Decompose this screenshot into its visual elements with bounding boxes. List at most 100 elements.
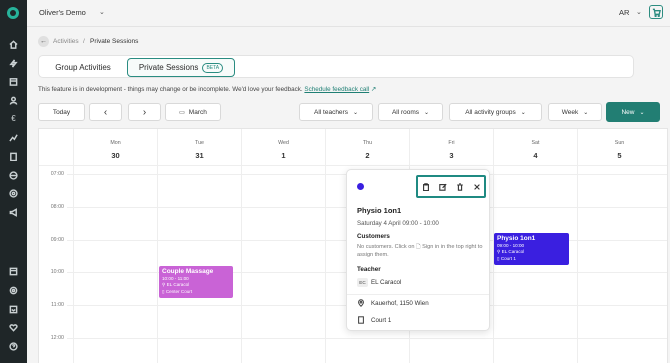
day-header-sun[interactable]: Sun 5 bbox=[577, 129, 661, 165]
org-name[interactable]: Oliver's Demo bbox=[39, 8, 86, 17]
calendar-icon[interactable] bbox=[8, 76, 19, 87]
event-physio-1on1[interactable]: Physio 1on1 09:00 - 10:00 ⚲ EL Caracol ▯… bbox=[494, 233, 569, 265]
day-date: 30 bbox=[111, 151, 120, 160]
chevron-right-icon: › bbox=[142, 106, 147, 118]
customers-heading: Customers bbox=[357, 233, 390, 240]
breadcrumb-current: Private Sessions bbox=[90, 38, 139, 45]
time-label: 10:00 bbox=[50, 269, 64, 275]
popup-divider bbox=[347, 294, 489, 295]
event-room-name: Center Court bbox=[165, 289, 193, 294]
chevron-down-icon: ⌄ bbox=[520, 109, 526, 116]
megaphone-icon[interactable] bbox=[8, 207, 19, 218]
today-button[interactable]: Today bbox=[38, 103, 85, 121]
day-date: 5 bbox=[617, 151, 622, 160]
event-couple-massage[interactable]: Couple Massage 10:00 - 11:00 ⚲ EL Caraco… bbox=[159, 266, 233, 298]
day-header-tue[interactable]: Tue 31 bbox=[157, 129, 241, 165]
globe-icon[interactable] bbox=[8, 170, 19, 181]
event-title: Physio 1on1 bbox=[497, 235, 536, 242]
tab-label: Group Activities bbox=[55, 63, 111, 72]
event-room: ▯ Center Court bbox=[162, 289, 230, 295]
month-picker[interactable]: ▭ March bbox=[165, 103, 221, 121]
day-header-sat[interactable]: Sat 4 bbox=[493, 129, 577, 165]
new-label: New bbox=[621, 108, 635, 116]
feedback-link[interactable]: Schedule feedback call bbox=[304, 86, 369, 93]
day-name: Fri bbox=[448, 140, 455, 146]
day-name: Sun bbox=[614, 140, 625, 146]
back-button[interactable]: ← bbox=[38, 36, 49, 47]
breadcrumb-parent[interactable]: Activities bbox=[53, 38, 79, 45]
tab-private-sessions[interactable]: Private Sessions BETA bbox=[127, 58, 235, 77]
book-icon[interactable] bbox=[8, 266, 19, 277]
day-header-fri[interactable]: Fri 3 bbox=[409, 129, 493, 165]
lightning-icon[interactable] bbox=[8, 58, 19, 69]
target-icon[interactable] bbox=[8, 188, 19, 199]
dev-notice: This feature is in development - things … bbox=[38, 86, 376, 93]
cart-icon bbox=[652, 8, 661, 17]
day-name: Sat bbox=[531, 140, 540, 146]
chevron-down-icon: ⌄ bbox=[639, 109, 645, 116]
new-button[interactable]: New ⌄ bbox=[606, 102, 660, 122]
euro-icon[interactable]: € bbox=[8, 113, 19, 124]
chevron-left-icon: ‹ bbox=[103, 106, 108, 118]
day-name: Thu bbox=[362, 140, 373, 146]
cart-button[interactable] bbox=[649, 5, 663, 19]
teachers-label: All teachers bbox=[314, 108, 348, 116]
avatar[interactable]: AR bbox=[619, 8, 629, 17]
edit-icon[interactable] bbox=[438, 182, 448, 192]
day-name: Mon bbox=[110, 140, 121, 146]
home-icon[interactable] bbox=[8, 39, 19, 50]
popup-toolbar bbox=[416, 175, 486, 198]
tab-bar: Group Activities Private Sessions BETA bbox=[38, 55, 634, 78]
column-line bbox=[241, 165, 242, 363]
day-date: 1 bbox=[281, 151, 286, 160]
teachers-filter[interactable]: All teachers ⌄ bbox=[299, 103, 373, 121]
day-name: Tue bbox=[195, 140, 204, 146]
day-name: Wed bbox=[278, 140, 289, 146]
chevron-down-icon: ⌄ bbox=[352, 109, 358, 116]
day-header-mon[interactable]: Mon 30 bbox=[73, 129, 157, 165]
help-icon[interactable] bbox=[8, 341, 19, 352]
sidebar: € bbox=[0, 0, 27, 363]
event-room-name: Court 1 bbox=[500, 256, 516, 261]
today-label: Today bbox=[52, 108, 71, 116]
close-icon[interactable] bbox=[472, 182, 482, 192]
day-header-wed[interactable]: Wed 1 bbox=[241, 129, 325, 165]
beta-badge: BETA bbox=[202, 62, 224, 73]
view-select[interactable]: Week ⌄ bbox=[548, 103, 602, 121]
popup-room: Court 1 bbox=[371, 317, 392, 324]
trash-icon[interactable] bbox=[455, 182, 465, 192]
heart-icon[interactable] bbox=[8, 322, 19, 333]
teacher-name: EL Caracol bbox=[371, 279, 402, 286]
popup-title: Physio 1on1 bbox=[357, 206, 402, 215]
chevron-down-icon[interactable]: ⌄ bbox=[99, 8, 105, 16]
event-room: ▯ Court 1 bbox=[497, 256, 566, 262]
app-logo[interactable] bbox=[7, 7, 19, 19]
rooms-filter[interactable]: All rooms ⌄ bbox=[378, 103, 443, 121]
user-icon[interactable] bbox=[8, 95, 19, 106]
teacher-heading: Teacher bbox=[357, 266, 381, 273]
activity-groups-filter[interactable]: All activity groups ⌄ bbox=[449, 103, 542, 121]
tab-group-activities[interactable]: Group Activities bbox=[43, 58, 123, 77]
event-teacher: ⚲ EL Caracol bbox=[162, 282, 230, 288]
inbox-icon[interactable] bbox=[8, 304, 19, 315]
clipboard-icon[interactable] bbox=[8, 151, 19, 162]
groups-label: All activity groups bbox=[465, 108, 516, 116]
day-date: 4 bbox=[533, 151, 538, 160]
settings-icon[interactable] bbox=[8, 285, 19, 296]
column-line bbox=[325, 165, 326, 363]
external-link-icon[interactable]: ↗ bbox=[371, 86, 376, 93]
day-header-thu[interactable]: Thu 2 bbox=[325, 129, 409, 165]
event-teacher-name: EL Caracol bbox=[501, 249, 525, 254]
rooms-label: All rooms bbox=[391, 108, 420, 116]
event-teacher: ⚲ EL Caracol bbox=[497, 249, 566, 255]
chart-icon[interactable] bbox=[8, 132, 19, 143]
clipboard-icon[interactable] bbox=[421, 182, 431, 192]
chevron-down-icon[interactable]: ⌄ bbox=[636, 8, 642, 16]
next-week-button[interactable]: › bbox=[128, 103, 161, 121]
popup-datetime: Saturday 4 April 09:00 - 10:00 bbox=[357, 220, 439, 227]
prev-week-button[interactable]: ‹ bbox=[89, 103, 122, 121]
event-time: 10:00 - 11:00 bbox=[162, 276, 189, 281]
room-icon bbox=[357, 316, 365, 324]
column-line bbox=[577, 165, 578, 363]
time-label: 07:00 bbox=[50, 171, 64, 177]
